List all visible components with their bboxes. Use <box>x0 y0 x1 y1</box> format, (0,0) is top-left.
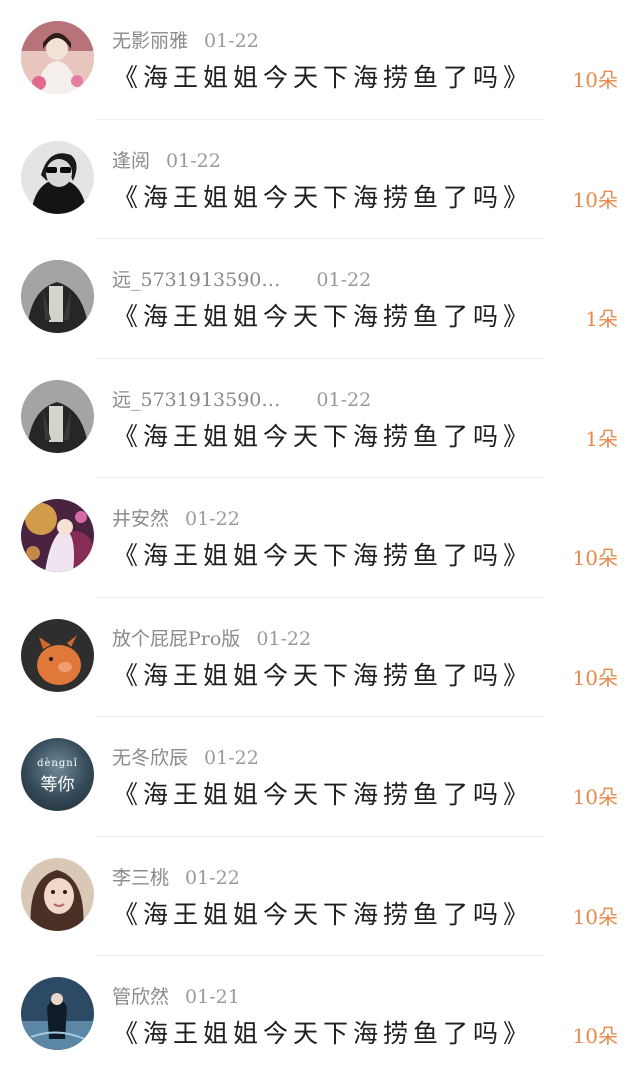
user-name[interactable]: 李三桃 <box>112 867 169 889</box>
gift-amount: 1朵 <box>585 426 618 451</box>
avatar[interactable] <box>21 260 94 333</box>
avatar[interactable] <box>21 21 94 94</box>
entry-date: 01-22 <box>204 747 259 769</box>
list-item[interactable]: 无影丽雅 01-22 《海王姐姐今天下海捞鱼了吗》 10朵 <box>0 0 640 120</box>
entry-date: 01-22 <box>316 269 372 291</box>
avatar-pinyin-text: dèngnǐ <box>37 758 78 769</box>
entry-date: 01-21 <box>185 986 240 1008</box>
entry-date: 01-22 <box>256 627 312 650</box>
entry-meta: 无冬欣辰 01-22 <box>112 743 259 771</box>
entry-meta: 逢阅 01-22 <box>112 146 221 174</box>
gift-amount: 10朵 <box>572 785 618 809</box>
user-name[interactable]: 管欣然 <box>112 986 169 1008</box>
user-name[interactable]: 逢阅 <box>112 150 150 172</box>
gift-amount: 1朵 <box>585 307 618 331</box>
entry-meta: 管欣然 01-21 <box>112 982 240 1010</box>
avatar-sunglasses-bw-icon <box>21 140 94 214</box>
entry-meta: 李三桃 01-22 <box>112 863 240 891</box>
list-item[interactable]: dèngnǐ 等你 无冬欣辰 01-22 《海王姐姐今天下海捞鱼了吗》 10朵 <box>0 717 640 837</box>
avatar-girl-pink-icon <box>21 21 94 94</box>
entry-meta: 远_5731913590… 01-22 <box>112 385 371 413</box>
entry-message: 《海王姐姐今天下海捞鱼了吗》 <box>113 899 534 929</box>
entry-message: 《海王姐姐今天下海捞鱼了吗》 <box>113 302 534 331</box>
entry-meta: 无影丽雅 01-22 <box>112 26 259 54</box>
gift-amount: 10朵 <box>572 904 618 929</box>
reward-list: 无影丽雅 01-22 《海王姐姐今天下海捞鱼了吗》 10朵 逢阅 01-22 《海王… <box>0 0 640 1076</box>
user-name[interactable]: 放个屁屁Pro版 <box>112 628 240 650</box>
user-name[interactable]: 无影丽雅 <box>112 30 188 52</box>
entry-message: 《海王姐姐今天下海捞鱼了吗》 <box>113 63 534 92</box>
entry-meta: 远_5731913590… 01-22 <box>112 265 371 293</box>
avatar[interactable] <box>21 857 94 931</box>
entry-message: 《海王姐姐今天下海捞鱼了吗》 <box>113 660 534 690</box>
avatar-orange-pig-icon <box>21 618 94 692</box>
list-item[interactable]: 井安然 01-22 《海王姐姐今天下海捞鱼了吗》 10朵 <box>0 478 640 598</box>
avatar[interactable]: dèngnǐ 等你 <box>21 738 94 811</box>
entry-date: 01-22 <box>316 388 372 411</box>
list-item[interactable]: 逢阅 01-22 《海王姐姐今天下海捞鱼了吗》 10朵 <box>0 120 640 239</box>
gift-amount: 10朵 <box>572 665 618 690</box>
list-item[interactable]: 远_5731913590… 01-22 《海王姐姐今天下海捞鱼了吗》 1朵 <box>0 359 640 478</box>
entry-date: 01-22 <box>204 30 259 52</box>
gift-amount: 10朵 <box>572 68 618 92</box>
entry-date: 01-22 <box>166 149 221 172</box>
avatar-caption-text: 等你 <box>40 775 75 795</box>
gift-amount: 10朵 <box>572 187 618 212</box>
entry-date: 01-22 <box>185 508 240 530</box>
user-name[interactable]: 远_5731913590… <box>112 269 280 291</box>
avatar[interactable] <box>21 977 94 1050</box>
list-item[interactable]: 管欣然 01-21 《海王姐姐今天下海捞鱼了吗》 10朵 <box>0 956 640 1076</box>
avatar-jacket-man-icon <box>21 379 94 453</box>
entry-message: 《海王姐姐今天下海捞鱼了吗》 <box>113 182 534 212</box>
user-name[interactable]: 无冬欣辰 <box>112 747 188 769</box>
list-item[interactable]: 远_5731913590… 01-22 《海王姐姐今天下海捞鱼了吗》 1朵 <box>0 239 640 359</box>
entry-meta: 井安然 01-22 <box>112 504 240 532</box>
entry-message: 《海王姐姐今天下海捞鱼了吗》 <box>113 1019 534 1048</box>
list-item[interactable]: 李三桃 01-22 《海王姐姐今天下海捞鱼了吗》 10朵 <box>0 837 640 956</box>
entry-meta: 放个屁屁Pro版 01-22 <box>112 624 311 652</box>
avatar[interactable] <box>21 499 94 572</box>
user-name[interactable]: 远_5731913590… <box>112 389 280 411</box>
avatar[interactable] <box>21 140 94 214</box>
entry-date: 01-22 <box>185 866 240 889</box>
entry-message: 《海王姐姐今天下海捞鱼了吗》 <box>113 780 534 809</box>
avatar-jacket-man-icon <box>21 260 94 333</box>
avatar[interactable] <box>21 618 94 692</box>
avatar[interactable] <box>21 379 94 453</box>
gift-amount: 10朵 <box>572 1024 618 1048</box>
entry-message: 《海王姐姐今天下海捞鱼了吗》 <box>113 421 534 451</box>
gift-amount: 10朵 <box>572 546 618 570</box>
avatar-girl-blue-water-icon <box>21 977 94 1050</box>
list-item[interactable]: 放个屁屁Pro版 01-22 《海王姐姐今天下海捞鱼了吗》 10朵 <box>0 598 640 717</box>
entry-message: 《海王姐姐今天下海捞鱼了吗》 <box>113 541 534 570</box>
user-name[interactable]: 井安然 <box>112 508 169 530</box>
avatar-anime-flowers-icon <box>21 499 94 572</box>
avatar-girl-portrait-icon <box>21 857 94 931</box>
